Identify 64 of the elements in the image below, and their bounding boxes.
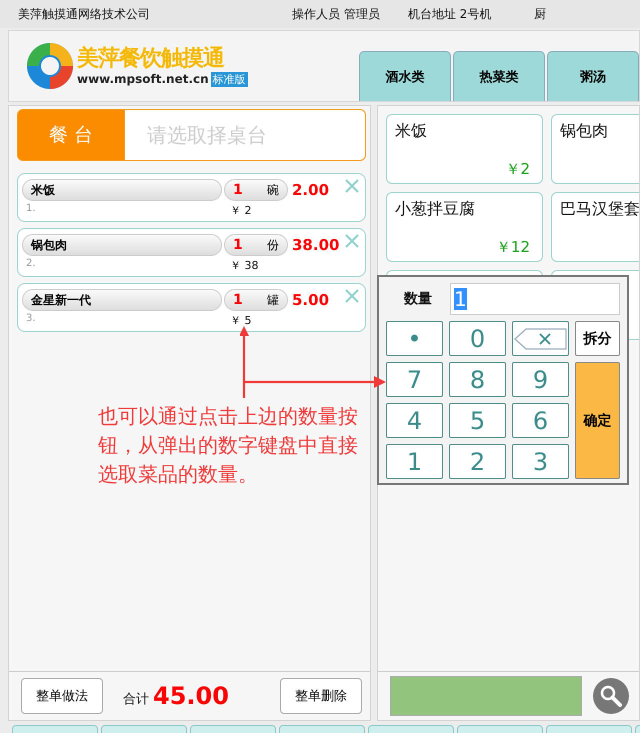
dish-price: ￥2 (505, 160, 530, 179)
keypad-key[interactable]: 4 (386, 403, 443, 438)
quantity-label: 数量 (402, 290, 433, 308)
dish-card[interactable]: 巴马汉堡套 (551, 192, 639, 262)
edition-badge: 标准版 (210, 72, 248, 86)
code-field[interactable] (390, 676, 582, 716)
dish-card[interactable]: 小葱拌豆腐 ￥12 (386, 192, 543, 262)
keypad-key[interactable]: 3 (512, 444, 569, 479)
keypad-key[interactable]: 0 (449, 321, 506, 356)
item-amount: 5.00 (292, 291, 330, 309)
order-item-card[interactable]: 金星新一代 1 罐 5.00 3. ￥ 5 (17, 283, 366, 332)
backspace-button[interactable] (512, 321, 569, 356)
top-bar-item: 厨 (534, 6, 546, 22)
company-name: 美萍触摸通网络技术公司 (18, 6, 151, 22)
quantity-button[interactable]: 1 份 (224, 234, 288, 256)
dish-name-button[interactable]: 锅包肉 (22, 234, 222, 256)
dish-name: 米饭 (395, 121, 427, 140)
keypad-key[interactable]: 1 (386, 444, 443, 479)
quantity-button[interactable]: 1 罐 (224, 289, 288, 311)
item-index: 3. (25, 313, 37, 326)
item-amount: 2.00 (292, 181, 330, 199)
keypad-key[interactable]: 6 (512, 403, 569, 438)
unit-price: ￥ 5 (230, 313, 252, 328)
delete-order-button[interactable]: 整单删除 (280, 678, 362, 714)
logo-title: 美萍餐饮触摸通 (77, 46, 226, 72)
unit-price: ￥ 38 (230, 258, 258, 273)
item-amount: 38.00 (292, 236, 340, 254)
total-amount: 45.00 (153, 682, 230, 710)
split-button[interactable]: 拆分 (575, 321, 620, 356)
dish-name-button[interactable]: 米饭 (22, 179, 222, 201)
total-label: 合计 (123, 691, 149, 708)
dish-name: 锅包肉 (560, 121, 608, 140)
operator-label: 操作人员 管理员 (292, 6, 380, 22)
annotation-text: 也可以通过点击上边的数量按钮，从弹出的数字键盘中直接选取菜品的数量。 (98, 403, 359, 488)
category-tab[interactable]: 酒水类 (359, 51, 451, 101)
dish-name: 巴马汉堡套 (560, 199, 639, 218)
dish-card[interactable]: 锅包肉 (551, 114, 639, 184)
item-index: 2. (25, 258, 37, 271)
dish-card[interactable]: 米饭 ￥2 (386, 114, 543, 184)
website-url: www.mpsoft.net.cn (77, 72, 209, 86)
close-icon[interactable] (345, 289, 359, 303)
confirm-button[interactable]: 确定 (575, 362, 620, 479)
unit-price: ￥ 2 (230, 203, 252, 218)
dish-price: ￥12 (496, 238, 530, 257)
keypad-key[interactable]: 7 (386, 362, 443, 397)
close-icon[interactable] (345, 179, 359, 193)
keypad-key[interactable]: 5 (449, 403, 506, 438)
keypad-key[interactable]: 2 (449, 444, 506, 479)
order-method-button[interactable]: 整单做法 (21, 678, 103, 714)
category-tab[interactable]: 粥汤 (547, 51, 639, 101)
order-item-card[interactable]: 米饭 1 碗 2.00 1. ￥ 2 (17, 173, 366, 222)
keypad-key[interactable]: 8 (449, 362, 506, 397)
category-tab[interactable]: 热菜类 (453, 51, 545, 101)
search-icon[interactable] (592, 677, 630, 715)
keypad-key[interactable]: • (386, 321, 443, 356)
close-icon[interactable] (345, 234, 359, 248)
keypad-key[interactable]: 9 (512, 362, 569, 397)
logo-icon (25, 41, 75, 91)
item-index: 1. (25, 203, 37, 216)
terminal-label: 机台地址 2号机 (408, 6, 492, 22)
dish-name: 小葱拌豆腐 (395, 199, 475, 218)
order-item-card[interactable]: 锅包肉 1 份 38.00 2. ￥ 38 (17, 228, 366, 277)
quantity-button[interactable]: 1 碗 (224, 179, 288, 201)
dish-name-button[interactable]: 金星新一代 (22, 289, 222, 311)
